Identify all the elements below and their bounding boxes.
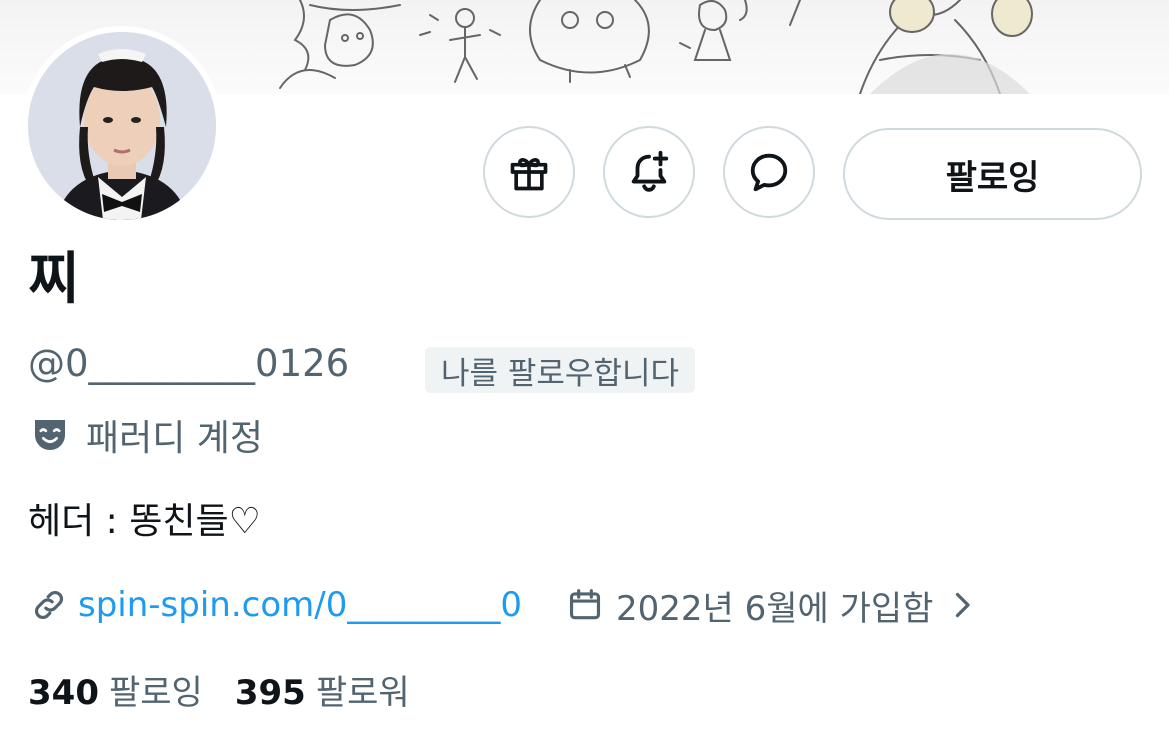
followers-label: 팔로워 bbox=[315, 672, 410, 713]
avatar-border bbox=[22, 26, 222, 226]
following-label: 팔로잉 bbox=[108, 672, 203, 713]
display-name: 찌 bbox=[28, 247, 80, 312]
followers-count: 395 bbox=[234, 672, 306, 713]
profile-meta: spin-spin.com/0_________0 2022년 6월에 가입함 bbox=[30, 580, 973, 630]
follow-stats: 340 팔로잉 395 팔로워 bbox=[28, 664, 410, 714]
joined-date-text: 2022년 6월에 가입함 bbox=[616, 588, 934, 629]
profile-bio: 헤더 : 똥친들♡ bbox=[28, 501, 261, 542]
user-handle: @0_________0126 bbox=[28, 342, 350, 385]
profile-website-link[interactable]: spin-spin.com/0_________0 bbox=[78, 585, 522, 625]
message-icon bbox=[750, 153, 788, 192]
avatar[interactable] bbox=[28, 32, 216, 220]
gift-button[interactable] bbox=[483, 126, 575, 218]
joined-date-button[interactable]: 2022년 6월에 가입함 bbox=[566, 581, 973, 630]
following-button[interactable]: 팔로잉 bbox=[843, 128, 1142, 220]
link-icon bbox=[35, 591, 63, 619]
parody-label-text: 패러디 계정 bbox=[86, 418, 264, 459]
parody-account-label[interactable]: 패러디 계정 bbox=[30, 410, 263, 460]
gift-icon bbox=[510, 158, 548, 191]
parody-mask-icon bbox=[35, 420, 65, 450]
chevron-right-icon bbox=[956, 592, 971, 618]
calendar-icon bbox=[569, 589, 601, 620]
follows-you-badge: 나를 팔로우합니다 bbox=[425, 347, 696, 393]
following-count-link[interactable]: 340 팔로잉 bbox=[28, 665, 203, 714]
notification-bell-plus-icon bbox=[631, 150, 669, 192]
followers-count-link[interactable]: 395 팔로워 bbox=[235, 665, 410, 714]
following-count: 340 bbox=[28, 672, 99, 713]
notification-subscribe-button[interactable] bbox=[603, 126, 695, 218]
message-button[interactable] bbox=[723, 126, 815, 218]
